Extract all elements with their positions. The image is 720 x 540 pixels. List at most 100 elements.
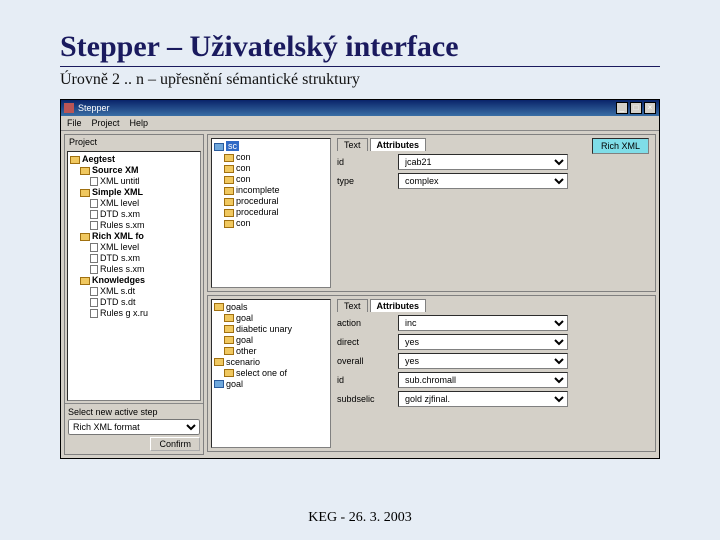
tree-item[interactable]: con <box>214 152 328 163</box>
attr-select[interactable]: yes <box>398 334 568 350</box>
tree-item[interactable]: Knowledges <box>70 275 198 286</box>
tree-item[interactable]: goals <box>214 302 328 313</box>
tree-item-label: con <box>236 218 251 228</box>
folder-icon <box>224 336 234 344</box>
tree-item-label: procedural <box>236 207 279 217</box>
step-select[interactable]: Rich XML format <box>68 419 200 435</box>
tree-item[interactable]: goal <box>214 379 328 390</box>
attr-row: type complex <box>337 173 652 189</box>
tree-item-label: DTD s.xm <box>100 253 140 263</box>
step-select-label: Select new active step <box>68 407 200 417</box>
tree-item-label: con <box>236 163 251 173</box>
attr-select[interactable]: gold zjfinal. <box>398 391 568 407</box>
attr-row: direct yes <box>337 334 652 350</box>
attr-select[interactable]: sub.chromall <box>398 372 568 388</box>
tab-attributes-upper[interactable]: Attributes <box>370 138 427 151</box>
upper-tree[interactable]: scconconconincompleteproceduralprocedura… <box>211 138 331 288</box>
tree-item[interactable]: DTD s.dt <box>70 297 198 308</box>
attr-select[interactable]: jcab21 <box>398 154 568 170</box>
tree-item[interactable]: goal <box>214 313 328 324</box>
tree-item[interactable]: DTD s.xm <box>70 253 198 264</box>
file-icon <box>90 287 98 296</box>
tree-item[interactable]: other <box>214 346 328 357</box>
attr-row: idjcab21 <box>337 154 652 170</box>
tree-item[interactable]: Rules g x.ru <box>70 308 198 319</box>
menu-help[interactable]: Help <box>130 118 149 128</box>
folder-icon <box>224 165 234 173</box>
close-button[interactable]: × <box>644 102 656 114</box>
menu-file[interactable]: File <box>67 118 82 128</box>
file-icon <box>90 243 98 252</box>
tree-item[interactable]: Source XM <box>70 165 198 176</box>
folder-icon <box>224 369 234 377</box>
file-icon <box>90 199 98 208</box>
tree-item[interactable]: XML s.dt <box>70 286 198 297</box>
tree-item-label: select one of <box>236 368 287 378</box>
slide-subtitle: Úrovně 2 .. n – upřesnění sémantické str… <box>60 71 660 89</box>
folder-icon <box>224 325 234 333</box>
tree-item[interactable]: XML level <box>70 242 198 253</box>
tree-item-label: goal <box>236 335 253 345</box>
folder-icon <box>224 176 234 184</box>
tree-item[interactable]: Rich XML fo <box>70 231 198 242</box>
project-panel-label: Project <box>65 135 203 149</box>
folder-icon <box>224 347 234 355</box>
upper-editor-pane: scconconconincompleteproceduralprocedura… <box>207 134 656 292</box>
folder-icon <box>224 154 234 162</box>
confirm-button[interactable]: Confirm <box>150 437 200 451</box>
tree-item-label: DTD s.dt <box>100 297 136 307</box>
tree-item[interactable]: procedural <box>214 196 328 207</box>
attr-label: type <box>337 176 392 186</box>
file-icon <box>90 265 98 274</box>
tree-item[interactable]: XML untitl <box>70 176 198 187</box>
tree-item[interactable]: sc <box>214 141 328 152</box>
tree-item[interactable]: con <box>214 174 328 185</box>
tree-item[interactable]: diabetic unary <box>214 324 328 335</box>
tree-item[interactable]: con <box>214 163 328 174</box>
tree-item[interactable]: procedural <box>214 207 328 218</box>
tree-item[interactable]: XML level <box>70 198 198 209</box>
tree-item-label: Source XM <box>92 165 139 175</box>
tree-item-label: Rich XML fo <box>92 231 144 241</box>
tab-text-lower[interactable]: Text <box>337 299 368 312</box>
folder-icon <box>224 187 234 195</box>
tree-item[interactable]: Simple XML <box>70 187 198 198</box>
tree-item[interactable]: con <box>214 218 328 229</box>
attr-select[interactable]: yes <box>398 353 568 369</box>
tab-text-upper[interactable]: Text <box>337 138 368 151</box>
folder-icon <box>224 198 234 206</box>
app-icon <box>64 103 74 113</box>
maximize-button[interactable]: □ <box>630 102 642 114</box>
attr-row: subdselic gold zjfinal. <box>337 391 652 407</box>
minimize-button[interactable]: _ <box>616 102 628 114</box>
tree-item[interactable]: Rules s.xm <box>70 264 198 275</box>
tree-item[interactable]: DTD s.xm <box>70 209 198 220</box>
lower-tree[interactable]: goalsgoaldiabetic unarygoalotherscenario… <box>211 299 331 449</box>
attr-row: overallyes <box>337 353 652 369</box>
tree-item[interactable]: scenario <box>214 357 328 368</box>
tab-attributes-lower[interactable]: Attributes <box>370 299 427 312</box>
tree-item-label: Knowledges <box>92 275 145 285</box>
file-icon <box>90 210 98 219</box>
attr-select[interactable]: complex <box>398 173 568 189</box>
folder-icon <box>224 220 234 228</box>
tree-item-label: con <box>236 152 251 162</box>
tree-item-label: Rules s.xm <box>100 220 145 230</box>
tree-item[interactable]: select one of <box>214 368 328 379</box>
tree-item[interactable]: Aegtest <box>70 154 198 165</box>
attr-label: subdselic <box>337 394 392 404</box>
richxml-button[interactable]: Rich XML <box>592 138 649 154</box>
tree-item[interactable]: goal <box>214 335 328 346</box>
tree-item-label: goal <box>236 313 253 323</box>
project-tree[interactable]: AegtestSource XMXML untitlSimple XMLXML … <box>67 151 201 401</box>
upper-attributes-form: idjcab21 type complex <box>337 154 652 189</box>
attr-row: idsub.chromall <box>337 372 652 388</box>
tree-item[interactable]: incomplete <box>214 185 328 196</box>
attr-select[interactable]: inc <box>398 315 568 331</box>
slide-footer: KEG - 26. 3. 2003 <box>0 510 720 526</box>
menu-project[interactable]: Project <box>92 118 120 128</box>
tree-item[interactable]: Rules s.xm <box>70 220 198 231</box>
tree-item-label: goal <box>226 379 243 389</box>
attr-label: direct <box>337 337 392 347</box>
file-icon <box>90 221 98 230</box>
